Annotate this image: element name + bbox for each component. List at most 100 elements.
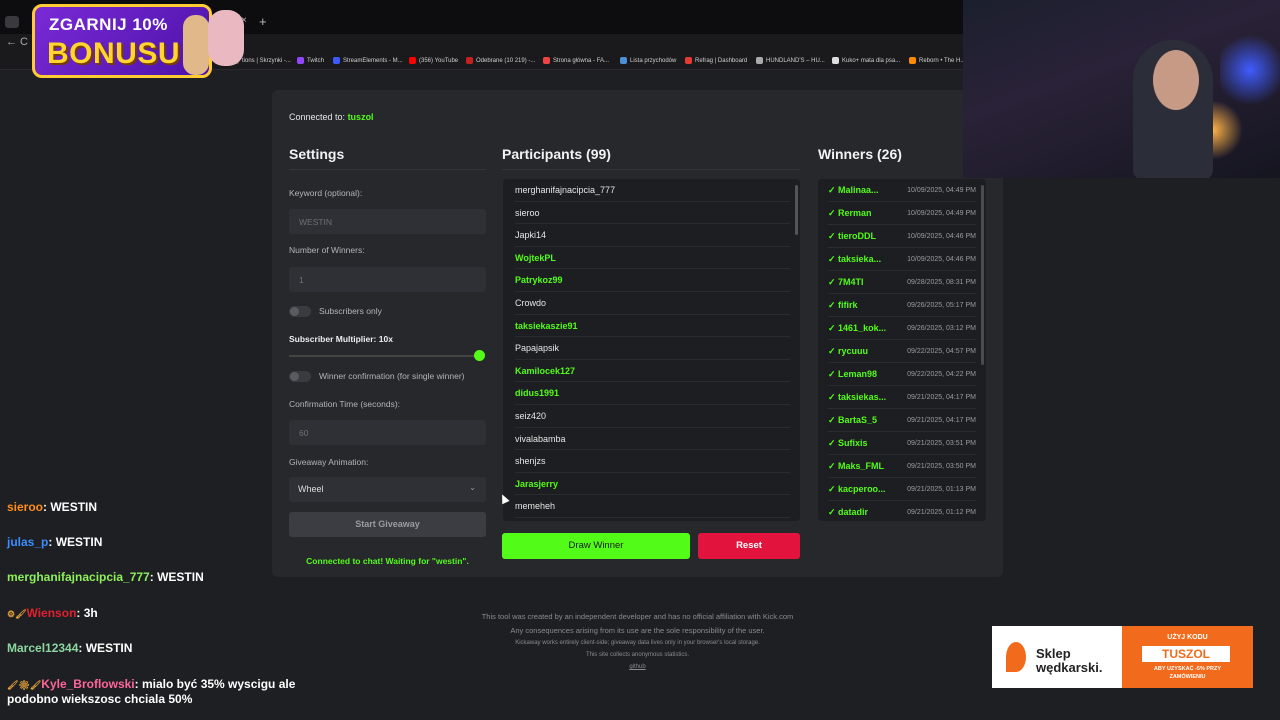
chat-text: mialo być 35% wyscigu ale bbox=[142, 677, 296, 691]
bookmark-item[interactable]: Strona główna - FA... bbox=[543, 57, 609, 64]
winner-name: ✓ Leman98 bbox=[828, 368, 878, 379]
winner-name: ✓ rycuuu bbox=[828, 345, 869, 356]
bookmark-label: Strona główna - FA... bbox=[553, 57, 610, 64]
chat-separator: : bbox=[134, 677, 142, 691]
winner-date: 10/09/2025, 04:46 PM bbox=[907, 232, 976, 240]
participant-row: WojtekPL bbox=[515, 247, 790, 270]
bookmark-item[interactable]: (356) YouTube bbox=[409, 57, 458, 64]
winner-row: ✓ taksieka... 10/09/2025, 04:46 PM bbox=[828, 248, 976, 271]
footer-disclaimer-2: Any consequences arising from its use ar… bbox=[510, 626, 765, 635]
winner-name: ✓ Maks_FML bbox=[828, 460, 885, 471]
animation-value: Wheel bbox=[298, 484, 324, 494]
bookmark-label: tions | Skrzynki -... bbox=[242, 57, 291, 64]
webcam-overlay bbox=[963, 0, 1280, 178]
winner-date: 09/26/2025, 05:17 PM bbox=[907, 301, 976, 309]
ad-discount-text: ABY UZYSKAĆ -5% PRZY bbox=[1153, 666, 1222, 672]
chat-separator: : bbox=[76, 606, 84, 620]
winner-date: 09/21/2025, 04:17 PM bbox=[907, 416, 976, 424]
chat-separator: : bbox=[48, 535, 56, 549]
fish-logo-icon bbox=[1006, 642, 1026, 672]
winner-row: ✓ kacperoo... 09/21/2025, 01:13 PM bbox=[828, 478, 976, 501]
bookmark-favicon-icon bbox=[543, 57, 550, 64]
winners-scrollbar[interactable] bbox=[981, 185, 984, 365]
winner-row: ✓ Rerman 10/09/2025, 04:49 PM bbox=[828, 202, 976, 225]
bookmark-item[interactable]: HUNDLAND'S – HU... bbox=[756, 57, 825, 64]
bookmark-label: Kuko+ mata dla psa... bbox=[842, 57, 901, 64]
winner-confirmation-toggle[interactable] bbox=[289, 371, 311, 382]
streamer-head-graphic bbox=[1153, 50, 1199, 110]
chat-separator: : bbox=[149, 570, 158, 584]
bookmark-item[interactable]: Refrag | Dashboard bbox=[685, 57, 747, 64]
winners-list[interactable]: ✓ Malinaa... 10/09/2025, 04:49 PM ✓ Rerman… bbox=[818, 179, 986, 521]
participants-scrollbar[interactable] bbox=[795, 185, 798, 235]
bookmark-item[interactable]: Twitch bbox=[297, 57, 324, 64]
chat-message: podobno wiekszosc chciala 50% bbox=[7, 692, 192, 707]
winner-row: ✓ rycuuu 09/22/2025, 04:57 PM bbox=[828, 340, 976, 363]
bookmark-favicon-icon bbox=[333, 57, 340, 64]
winner-name: ✓ taksiekas... bbox=[828, 391, 887, 402]
bonus-mascot-graphic bbox=[208, 10, 244, 66]
slider-knob[interactable] bbox=[474, 350, 485, 361]
participant-row: merghanifajnacipcia_777 bbox=[515, 179, 790, 202]
winner-date: 10/09/2025, 04:49 PM bbox=[907, 186, 976, 194]
bookmark-item[interactable]: Kuko+ mata dla psa... bbox=[832, 57, 900, 64]
winner-name: ✓ fifirk bbox=[828, 299, 858, 310]
bookmark-favicon-icon bbox=[620, 57, 627, 64]
participant-row: vivalabamba bbox=[515, 428, 790, 451]
neon-light-graphic bbox=[1220, 30, 1280, 110]
github-link[interactable]: github bbox=[400, 664, 875, 670]
bonus-character-graphic bbox=[183, 15, 209, 75]
bookmark-item[interactable]: StreamElements - M... bbox=[333, 57, 403, 64]
chat-text: WESTIN bbox=[55, 535, 103, 549]
chat-text: WESTIN bbox=[85, 641, 133, 655]
bookmark-item[interactable]: Lista przychodów bbox=[620, 57, 676, 64]
start-giveaway-button[interactable]: Start Giveaway bbox=[289, 512, 486, 537]
winner-row: ✓ datadir 09/21/2025, 01:12 PM bbox=[828, 501, 976, 521]
settings-divider bbox=[289, 169, 486, 170]
subscriber-multiplier-slider[interactable] bbox=[289, 350, 485, 361]
bookmark-favicon-icon bbox=[297, 57, 304, 64]
winner-name: ✓ tieroDDL bbox=[828, 230, 877, 241]
chat-status-text: Connected to chat! Waiting for "westin". bbox=[306, 556, 469, 566]
bookmark-favicon-icon bbox=[409, 57, 416, 64]
chat-username: merghanifajnacipcia_777 bbox=[7, 570, 150, 584]
winner-row: ✓ taksiekas... 09/21/2025, 04:17 PM bbox=[828, 386, 976, 409]
subscriber-multiplier-label: Subscriber Multiplier: 10x bbox=[289, 334, 393, 344]
participant-row: Papajapsik bbox=[515, 337, 790, 360]
confirmation-time-input[interactable]: 60 bbox=[289, 420, 486, 445]
participant-row: memeheh bbox=[515, 495, 790, 518]
winners-count-input[interactable]: 1 bbox=[289, 267, 486, 292]
connection-status: Connected to: tuszol bbox=[289, 112, 374, 122]
bookmark-label: Odebrane (10 219) -... bbox=[476, 57, 536, 64]
bookmark-item[interactable]: Odebrane (10 219) -... bbox=[466, 57, 535, 64]
tab-list-icon[interactable] bbox=[5, 16, 19, 28]
bookmark-favicon-icon bbox=[466, 57, 473, 64]
participant-row: shenjzs bbox=[515, 450, 790, 473]
chat-message: sieroo: WESTIN bbox=[7, 500, 97, 515]
winners-title: Winners (26) bbox=[818, 146, 902, 162]
back-icon[interactable]: ← C bbox=[6, 36, 28, 48]
chat-text: 3h bbox=[83, 606, 98, 620]
winner-row: ✓ BartaS_5 09/21/2025, 04:17 PM bbox=[828, 409, 976, 432]
keyword-input[interactable]: WESTIN bbox=[289, 209, 486, 234]
confirmation-time-label: Confirmation Time (seconds): bbox=[289, 399, 401, 409]
chat-badge-icon: 🖌⚙🖌 bbox=[7, 680, 42, 690]
bookmark-favicon-icon bbox=[832, 57, 839, 64]
winner-name: ✓ kacperoo... bbox=[828, 483, 886, 494]
bonus-line1: ZGARNIJ 10% bbox=[49, 15, 168, 34]
winner-row: ✓ fifirk 09/26/2025, 05:17 PM bbox=[828, 294, 976, 317]
participants-list[interactable]: merghanifajnacipcia_777 sieroo Japki14 Wojt… bbox=[503, 179, 800, 521]
bonus-line2: BONUSU bbox=[47, 37, 181, 70]
animation-label: Giveaway Animation: bbox=[289, 457, 369, 467]
winner-name: ✓ taksieka... bbox=[828, 253, 882, 264]
bookmark-favicon-icon bbox=[756, 57, 763, 64]
bookmark-item[interactable]: Reborn • The H... bbox=[909, 57, 965, 64]
draw-winner-button[interactable]: Draw Winner bbox=[502, 533, 690, 559]
winner-date: 09/21/2025, 01:13 PM bbox=[907, 485, 976, 493]
bookmark-label: Reborn • The H... bbox=[919, 57, 966, 64]
animation-select[interactable]: Wheel ⌄ bbox=[289, 477, 486, 502]
reset-button[interactable]: Reset bbox=[698, 533, 800, 559]
winner-row: ✓ Malinaa... 10/09/2025, 04:49 PM bbox=[828, 179, 976, 202]
new-tab-icon[interactable]: + bbox=[259, 14, 267, 29]
subscribers-only-toggle[interactable] bbox=[289, 306, 311, 317]
